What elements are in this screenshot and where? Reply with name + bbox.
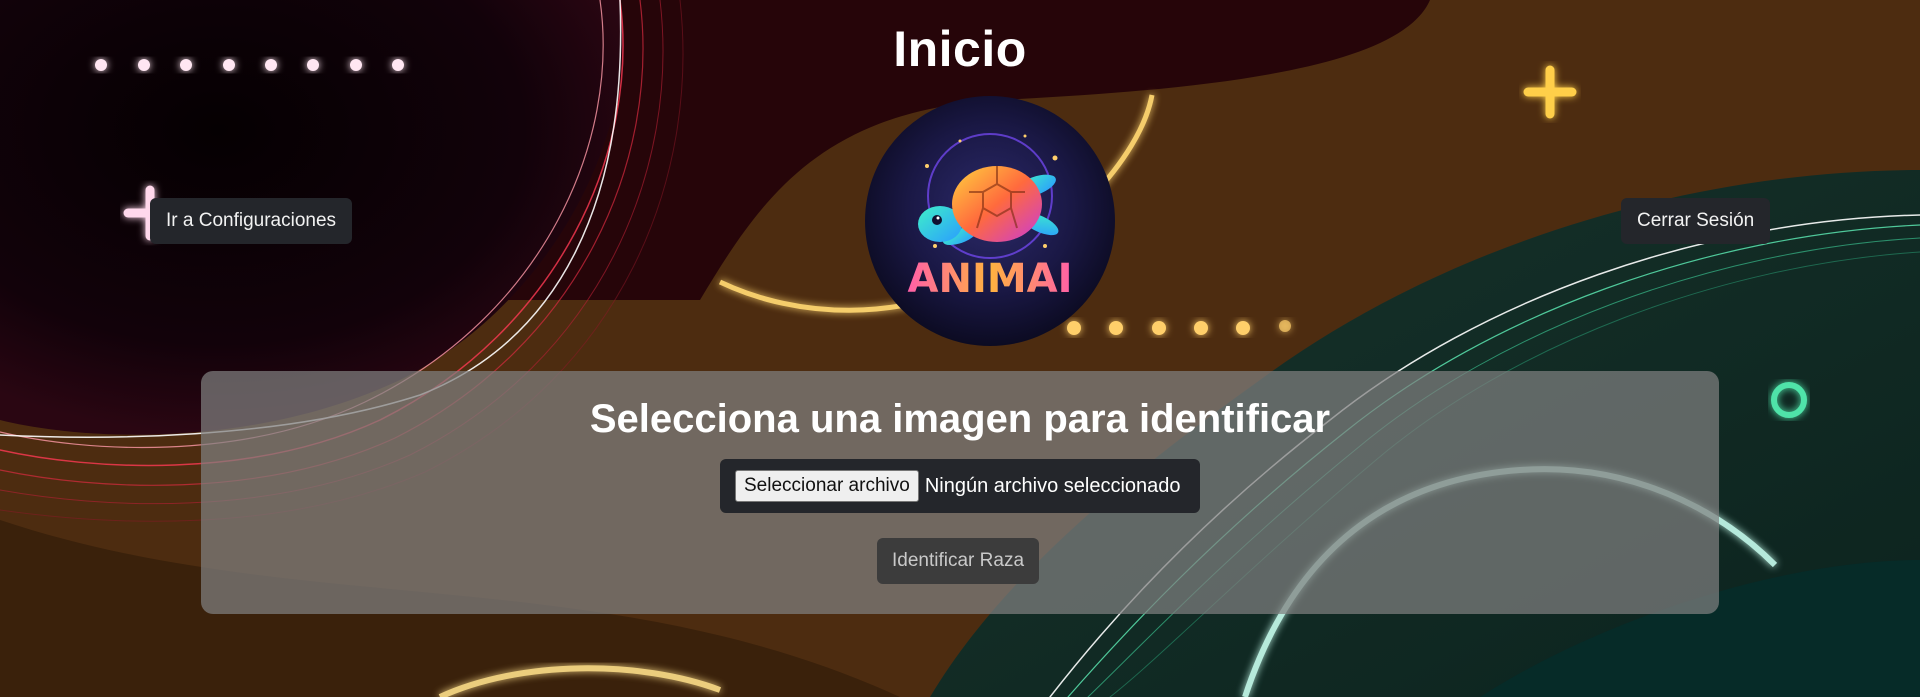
- identify-breed-button[interactable]: Identificar Raza: [877, 538, 1040, 584]
- page-title: Inicio: [893, 21, 1027, 77]
- logout-button[interactable]: Cerrar Sesión: [1621, 198, 1771, 244]
- upload-card: Selecciona una imagen para identificar S…: [201, 371, 1719, 614]
- upload-heading: Selecciona una imagen para identificar: [589, 397, 1331, 441]
- file-status-label: Ningún archivo seleccionado: [924, 474, 1181, 497]
- logo-text: ANIMAI: [908, 256, 1073, 302]
- file-input[interactable]: Seleccionar archivo Ningún archivo selec…: [720, 459, 1200, 513]
- choose-file-button[interactable]: Seleccionar archivo: [735, 470, 919, 502]
- turtle-logo-icon: ANIMAI: [865, 96, 1115, 346]
- go-to-settings-button[interactable]: Ir a Configuraciones: [150, 198, 353, 244]
